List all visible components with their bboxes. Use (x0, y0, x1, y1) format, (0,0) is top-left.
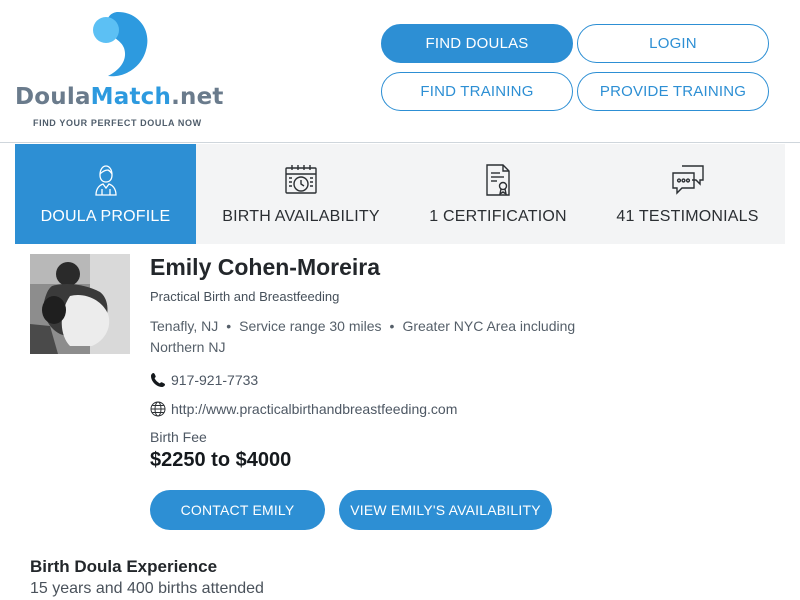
certificate-document-icon (486, 164, 510, 196)
profile-tabs: DOULA PROFILE BIRTH AVAILABILITY 1 CERTI… (15, 144, 785, 244)
service-range: Service range 30 miles (239, 318, 382, 334)
logo-word-doula: Doula (15, 84, 91, 110)
logo-wordmark: DoulaMatch.net (15, 84, 224, 110)
location-city: Tenafly, NJ (150, 318, 219, 334)
tab-testimonials[interactable]: 41 TESTIMONIALS (590, 144, 785, 244)
separator-dot: • (226, 318, 232, 334)
profile-photo-image (30, 254, 130, 354)
tab-doula-profile-label: DOULA PROFILE (40, 208, 171, 225)
logo-mark-icon (93, 12, 148, 77)
experience-summary: 15 years and 400 births attended (30, 580, 264, 597)
logo-word-match: Match (90, 84, 172, 110)
doula-profile-photo (30, 254, 130, 354)
doulamatch-logo[interactable]: DoulaMatch.net FIND YOUR PERFECT DOULA N… (15, 10, 225, 132)
service-area-line2: Northern NJ (150, 339, 226, 355)
logo-word-net: .net (171, 84, 224, 110)
website-link[interactable]: http://www.practicalbirthandbreastfeedin… (171, 401, 457, 417)
doula-location-info: Tenafly, NJ • Service range 30 miles • Great… (150, 316, 620, 358)
tab-certification[interactable]: 1 CERTIFICATION (406, 144, 590, 244)
view-availability-button[interactable]: VIEW EMILY'S AVAILABILITY (339, 490, 552, 530)
service-area-line1: Greater NYC Area including (402, 318, 576, 334)
phone-row[interactable]: 917-921-7733 (150, 372, 258, 388)
doula-business-name: Practical Birth and Breastfeeding (150, 289, 340, 304)
logo-tagline: FIND YOUR PERFECT DOULA NOW (33, 118, 202, 128)
tab-doula-profile[interactable]: DOULA PROFILE (15, 144, 196, 244)
phone-icon (151, 373, 165, 387)
tab-birth-availability-label: BIRTH AVAILABILITY (222, 208, 380, 225)
find-doulas-button[interactable]: FIND DOULAS (381, 24, 573, 63)
website-row[interactable]: http://www.practicalbirthandbreastfeedin… (150, 401, 457, 417)
login-button[interactable]: LOGIN (577, 24, 769, 63)
find-training-button[interactable]: FIND TRAINING (381, 72, 573, 111)
tab-testimonials-label: 41 TESTIMONIALS (616, 208, 759, 225)
birth-fee-label: Birth Fee (150, 429, 207, 445)
birth-fee-value: $2250 to $4000 (150, 449, 292, 471)
provide-training-button[interactable]: PROVIDE TRAINING (577, 72, 769, 111)
doula-person-icon (94, 165, 117, 196)
site-header: DoulaMatch.net FIND YOUR PERFECT DOULA N… (0, 0, 800, 143)
globe-icon (150, 401, 166, 417)
separator-dot: • (389, 318, 395, 334)
doula-name: Emily Cohen-Moreira (150, 254, 381, 280)
chat-bubbles-icon (671, 165, 704, 195)
tab-birth-availability[interactable]: BIRTH AVAILABILITY (196, 144, 406, 244)
phone-number[interactable]: 917-921-7733 (171, 372, 258, 388)
experience-heading: Birth Doula Experience (30, 557, 218, 576)
tab-certification-label: 1 CERTIFICATION (429, 208, 567, 225)
calendar-clock-icon (285, 165, 317, 194)
contact-emily-button[interactable]: CONTACT EMILY (150, 490, 325, 530)
